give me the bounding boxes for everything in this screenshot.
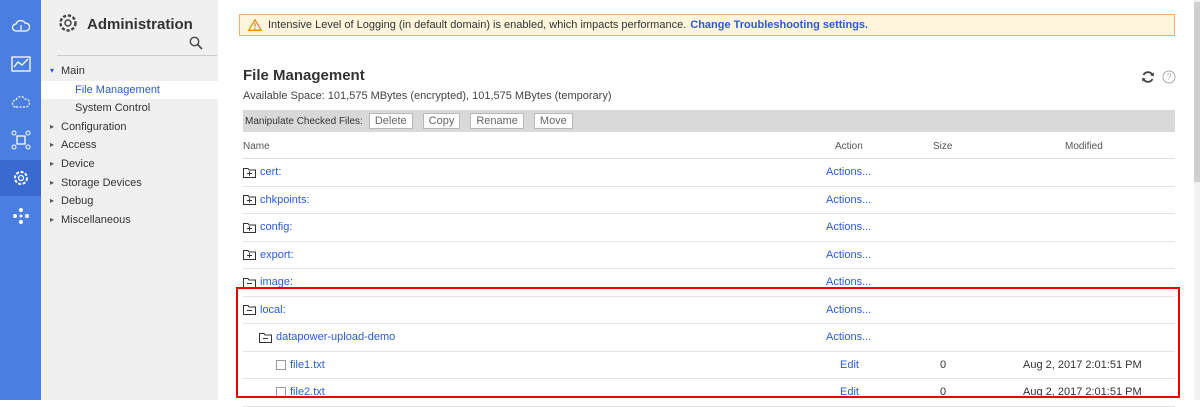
nav-title: Administration <box>87 16 193 33</box>
icon-rail <box>0 0 41 400</box>
logging-alert: Intensive Level of Logging (in default d… <box>239 14 1175 36</box>
actions-link[interactable]: Actions... <box>826 249 871 261</box>
row-name[interactable]: cert: <box>243 166 281 178</box>
warning-icon <box>248 19 262 31</box>
admin-gear-icon <box>57 12 79 37</box>
row-name-text: config: <box>260 221 293 233</box>
table-row: chkpoints: Actions... <box>243 187 1175 214</box>
actions-link[interactable]: Actions... <box>826 194 871 206</box>
nav-item-label: Device <box>61 157 95 170</box>
table-header: Name Action Size Modified <box>243 138 1175 159</box>
nav-item-label: Configuration <box>61 120 127 133</box>
nav-item-label: Debug <box>61 195 94 208</box>
svg-text:?: ? <box>1166 72 1171 82</box>
toolbar-label: Manipulate Checked Files: <box>245 115 363 127</box>
rename-button[interactable]: Rename <box>470 113 524 129</box>
delete-button[interactable]: Delete <box>368 113 413 129</box>
column-action: Action <box>835 141 863 152</box>
search-icon[interactable] <box>189 36 203 53</box>
apps-icon[interactable] <box>0 198 41 234</box>
nav-item-main[interactable]: ▾ Main <box>41 62 218 81</box>
nav-item-configuration[interactable]: ▸ Configuration <box>41 118 218 137</box>
nav-item-debug[interactable]: ▸ Debug <box>41 192 218 211</box>
nav-item-label: Storage Devices <box>61 176 142 189</box>
chevron-right-icon: ▸ <box>50 196 55 206</box>
nav-item-file-management[interactable]: File Management <box>41 80 218 100</box>
actions-link[interactable]: Actions... <box>826 166 871 178</box>
network-icon[interactable] <box>0 122 41 158</box>
folder-expand-icon[interactable] <box>243 222 256 233</box>
folder-expand-icon[interactable] <box>243 194 256 205</box>
row-name[interactable]: export: <box>243 249 294 261</box>
nav-item-label: Access <box>61 139 97 152</box>
scrollbar[interactable] <box>1194 0 1200 400</box>
cloud-network-icon[interactable] <box>0 84 41 120</box>
nav-item-label: File Management <box>75 83 160 96</box>
refresh-icon[interactable] <box>1141 70 1155 87</box>
scrollbar-thumb[interactable] <box>1194 2 1200 182</box>
chevron-right-icon: ▸ <box>50 177 55 187</box>
row-name-text: cert: <box>260 166 282 178</box>
file-toolbar: Manipulate Checked Files: Delete Copy Re… <box>243 110 1175 132</box>
nav-header: Administration <box>57 12 193 37</box>
folder-expand-icon[interactable] <box>243 249 256 260</box>
chevron-right-icon: ▸ <box>50 121 55 131</box>
available-space: Available Space: 101,575 MBytes (encrypt… <box>243 90 612 102</box>
nav-panel: Administration ▾ Main File Management Sys… <box>41 0 218 400</box>
chevron-right-icon: ▸ <box>50 140 55 150</box>
nav-item-miscellaneous[interactable]: ▸ Miscellaneous <box>41 211 218 230</box>
nav-item-label: Miscellaneous <box>61 213 131 226</box>
move-button[interactable]: Move <box>533 113 573 129</box>
folder-collapse-icon[interactable] <box>243 277 256 288</box>
row-name-text: export: <box>260 248 294 261</box>
troubleshooting-link[interactable]: Change Troubleshooting settings. <box>690 19 868 31</box>
chevron-right-icon: ▸ <box>50 158 55 168</box>
copy-button[interactable]: Copy <box>422 113 461 129</box>
table-row: config: Actions... <box>243 214 1175 242</box>
row-name[interactable]: chkpoints: <box>243 194 310 206</box>
cloud-upload-icon[interactable] <box>0 8 41 44</box>
nav-item-label: System Control <box>75 102 151 115</box>
alert-text: Intensive Level of Logging (in default d… <box>268 19 687 31</box>
gear-icon[interactable] <box>0 160 41 196</box>
help-icon[interactable]: ? <box>1162 70 1176 87</box>
nav-item-storage-devices[interactable]: ▸ Storage Devices <box>41 174 218 193</box>
nav-divider <box>57 55 217 56</box>
page-title: File Management <box>243 67 365 84</box>
nav-tree: ▾ Main File Management System Control ▸ Co… <box>41 62 218 229</box>
actions-link[interactable]: Actions... <box>826 221 871 233</box>
highlight-box <box>236 287 1180 398</box>
row-name[interactable]: config: <box>243 221 292 233</box>
nav-item-system-control[interactable]: System Control <box>41 99 218 118</box>
chevron-down-icon: ▾ <box>50 66 55 75</box>
chevron-right-icon: ▸ <box>50 214 55 224</box>
row-name-text: chkpoints: <box>260 193 310 206</box>
column-name: Name <box>243 141 270 152</box>
chart-icon[interactable] <box>0 46 41 82</box>
folder-expand-icon[interactable] <box>243 167 256 178</box>
nav-item-label: Main <box>61 65 85 77</box>
nav-item-device[interactable]: ▸ Device <box>41 155 218 174</box>
column-size: Size <box>933 141 953 152</box>
table-row: export: Actions... <box>243 242 1175 269</box>
nav-item-access[interactable]: ▸ Access <box>41 136 218 155</box>
table-row: cert: Actions... <box>243 159 1175 187</box>
column-modified: Modified <box>1065 141 1103 152</box>
